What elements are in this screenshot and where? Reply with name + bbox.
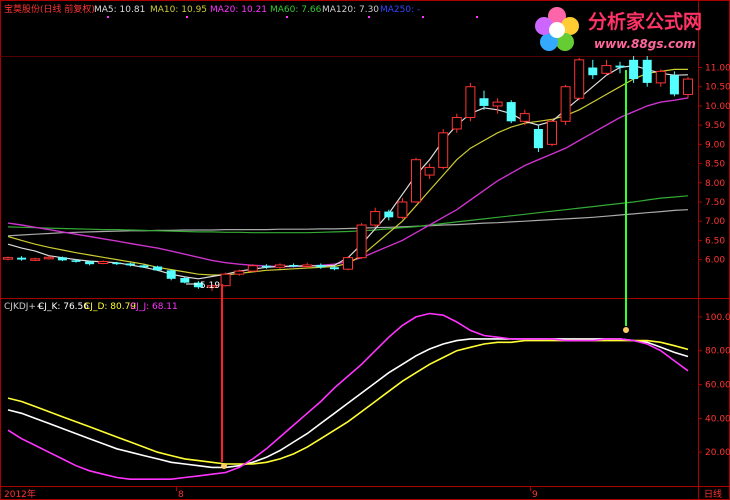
- candle: [397, 198, 408, 220]
- candle: [247, 264, 258, 272]
- candle: [153, 265, 163, 272]
- candle: [275, 263, 285, 269]
- candle: [438, 128, 449, 170]
- cj-k-label: CJ_K: 76.56: [38, 302, 89, 312]
- candle: [98, 260, 109, 265]
- candle: [588, 59, 598, 80]
- watermark-brand: 分析家公式网: [588, 10, 702, 33]
- price-tick-label: 6.00: [705, 256, 725, 266]
- price-tick-label: 10.50: [705, 83, 730, 93]
- marker-dots: [107, 16, 478, 18]
- indicator-tick-label: 40.00: [705, 414, 730, 424]
- stock-chart-window: 宝莫股份(日线 前复权) MA5: 10.81 MA10: 10.95 MA20…: [0, 0, 730, 500]
- indicator-tick-label: 80.00: [705, 347, 730, 357]
- indicator-legend: CJKDJ++ CJ_K: 76.56 CJ_D: 80.79 CJ_J: 68…: [4, 302, 178, 312]
- candle: [343, 256, 353, 271]
- indicator-tick-label: 60.00: [705, 381, 730, 391]
- price-tick-label: 8.50: [705, 160, 725, 170]
- time-label-year: 2012年: [4, 488, 36, 500]
- ma120-label: MA120: 7.30: [322, 5, 379, 15]
- price-axis: 11.00 10.50 10.00 9.50 9.00 8.50 8.00 7.50 7.00 6…: [698, 64, 730, 266]
- price-tick-label: 6.50: [705, 236, 725, 246]
- candle: [411, 157, 421, 203]
- header-legend: 宝莫股份(日线 前复权) MA5: 10.81 MA10: 10.95 MA20…: [4, 3, 478, 18]
- time-label-month-8: 8: [178, 490, 184, 500]
- candle: [506, 100, 516, 124]
- price-tick-label: 10.00: [705, 102, 730, 112]
- price-tick-label: 7.50: [705, 198, 725, 208]
- time-label-month-9: 9: [532, 490, 538, 500]
- candle: [3, 256, 13, 261]
- price-tick-label: 8.00: [705, 179, 725, 189]
- ma60-line: [7, 195, 689, 234]
- indicator-tick-label: 20.00: [705, 448, 730, 458]
- candle: [601, 59, 612, 76]
- chart-canvas[interactable]: 宝莫股份(日线 前复权) MA5: 10.81 MA10: 10.95 MA20…: [0, 0, 730, 500]
- watermark-logo: 分析家公式网 www.88gs.com: [535, 7, 702, 51]
- candle: [629, 56, 639, 83]
- ma10-line: [7, 68, 688, 276]
- candle: [424, 163, 435, 179]
- time-axis: 2012年 8 9 日线: [4, 486, 722, 500]
- cj-k-line: [7, 338, 689, 469]
- candle: [642, 56, 652, 87]
- candle: [302, 262, 313, 269]
- price-tick-label: 9.50: [705, 121, 725, 131]
- ma250-label: MA250: -: [380, 5, 420, 15]
- candle: [166, 269, 176, 281]
- ma5-label: MA5: 10.81: [94, 5, 145, 15]
- candle: [547, 119, 557, 147]
- sell-signal-dot: [623, 327, 629, 333]
- candle: [17, 256, 27, 261]
- ma20-label: MA20: 10.21: [210, 5, 267, 15]
- ma10-label: MA10: 10.95: [150, 5, 207, 15]
- ma20-line: [7, 97, 689, 268]
- candle: [492, 98, 503, 114]
- candle: [683, 77, 693, 99]
- candle: [560, 84, 571, 126]
- ma5-line: [7, 64, 689, 280]
- flower-icon: [535, 7, 579, 51]
- cj-j-label: CJ_J: 68.11: [130, 302, 178, 312]
- price-tick-label: 11.00: [705, 64, 730, 74]
- candle: [451, 113, 462, 133]
- candlesticks: [3, 56, 693, 291]
- low-price-label: 5.19: [200, 281, 220, 291]
- watermark-url: www.88gs.com: [594, 37, 696, 51]
- candle: [479, 90, 489, 110]
- price-tick-label: 7.00: [705, 217, 725, 227]
- candle: [30, 257, 41, 262]
- candle: [655, 69, 666, 87]
- ma60-label: MA60: 7.66: [270, 5, 322, 15]
- stock-name: 宝莫股份(日线 前复权): [4, 3, 95, 15]
- indicator-axis: 100.00 80.00 60.00 40.00 20.00: [698, 313, 730, 458]
- cj-d-label: CJ_D: 80.79: [84, 302, 136, 312]
- period-mode-label[interactable]: 日线: [704, 488, 722, 500]
- buy-signal-dot: [221, 463, 227, 469]
- indicator-tick-label: 100.00: [705, 313, 730, 323]
- candle: [533, 125, 543, 153]
- candle: [574, 57, 585, 101]
- candle: [465, 82, 476, 122]
- moving-average-lines: [7, 64, 689, 280]
- candle: [370, 207, 381, 227]
- candle: [384, 209, 394, 221]
- kdj-indicator-lines: [7, 312, 689, 481]
- candle: [356, 223, 367, 259]
- price-tick-label: 9.00: [705, 140, 725, 150]
